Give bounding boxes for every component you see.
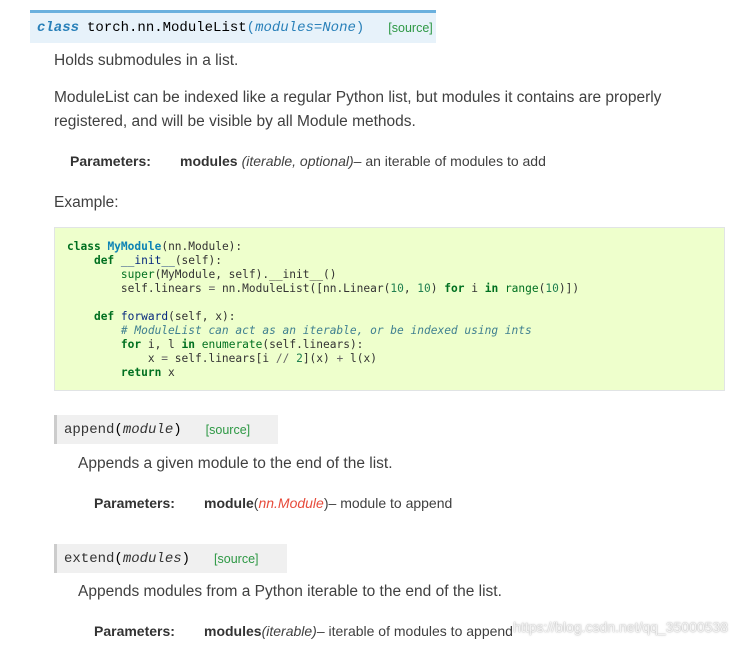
- code-line: for i, l in enumerate(self.linears):: [120, 338, 364, 351]
- append-description: Appends a given module to the end of the…: [78, 455, 393, 472]
- code-line: def forward(self, x):: [93, 310, 236, 323]
- class-description-line-1: ModuleList can be indexed like a regular…: [54, 89, 662, 106]
- code-line: super(MyModule, self).__init__(): [120, 268, 337, 281]
- class-source-link[interactable]: [source]: [388, 21, 432, 35]
- append-signature: append ( module ) [source]: [54, 415, 279, 444]
- class-name: torch.nn.ModuleList: [87, 20, 247, 36]
- code-line: # ModuleList can act as an iterable, or …: [120, 324, 532, 337]
- param-type-link[interactable]: nn.Module: [258, 495, 323, 511]
- append-close-paren: ): [173, 421, 182, 438]
- example-label: Example:: [54, 194, 119, 211]
- code-line: self.linears = nn.ModuleList([nn.Linear(…: [67, 282, 580, 295]
- param-type: (iterable, optional): [241, 153, 354, 169]
- param-description: – an iterable of modules to add: [353, 153, 546, 169]
- param-description: – module to append: [328, 495, 453, 511]
- append-param: module: [122, 421, 174, 438]
- watermark: https://blog.csdn.net/qq_35000538: [513, 619, 728, 635]
- class-description-line-2: registered, and will be visible by all M…: [54, 113, 416, 130]
- param-name: module: [204, 495, 254, 511]
- append-name: append: [64, 421, 115, 438]
- code-line: x = self.linears[i // 2](x) + l(x): [67, 352, 377, 365]
- param-type: (iterable): [261, 623, 317, 639]
- close-paren: ): [355, 20, 365, 36]
- class-keyword: class: [37, 20, 80, 36]
- append-open-paren: (: [114, 421, 123, 438]
- code-line: return x: [120, 366, 175, 379]
- parameters-label: Parameters:: [70, 153, 151, 169]
- extend-description: Appends modules from a Python iterable t…: [78, 583, 502, 600]
- open-paren: (: [246, 20, 256, 36]
- extend-name: extend: [64, 550, 115, 567]
- append-parameters: Parameters: module ( nn.Module ) – modul…: [94, 495, 452, 511]
- extend-parameters: Parameters: modules (iterable) – iterabl…: [94, 623, 513, 639]
- extend-param: modules: [122, 550, 182, 567]
- code-line: class MyModule(nn.Module):: [67, 240, 243, 253]
- parameters-label: Parameters:: [94, 495, 175, 511]
- class-parameters: Parameters: modules (iterable, optional)…: [70, 153, 546, 169]
- extend-signature: extend ( modules ) [source]: [54, 544, 287, 573]
- param-name: modules: [204, 623, 262, 639]
- param-description: – iterable of modules to append: [316, 623, 513, 639]
- extend-source-link[interactable]: [source]: [214, 552, 258, 566]
- extend-close-paren: ): [181, 550, 191, 567]
- class-signature: class torch.nn.ModuleList ( modules=None…: [30, 10, 436, 43]
- code-line: def __init__(self):: [93, 254, 222, 267]
- extend-open-paren: (: [114, 550, 123, 567]
- code-example: class MyModule(nn.Module): def __init__(…: [54, 227, 725, 391]
- param-name: modules: [180, 153, 238, 169]
- class-param: modules=None: [255, 20, 356, 36]
- class-intro: Holds submodules in a list.: [54, 52, 239, 69]
- append-source-link[interactable]: [source]: [206, 423, 250, 437]
- parameters-label: Parameters:: [94, 623, 175, 639]
